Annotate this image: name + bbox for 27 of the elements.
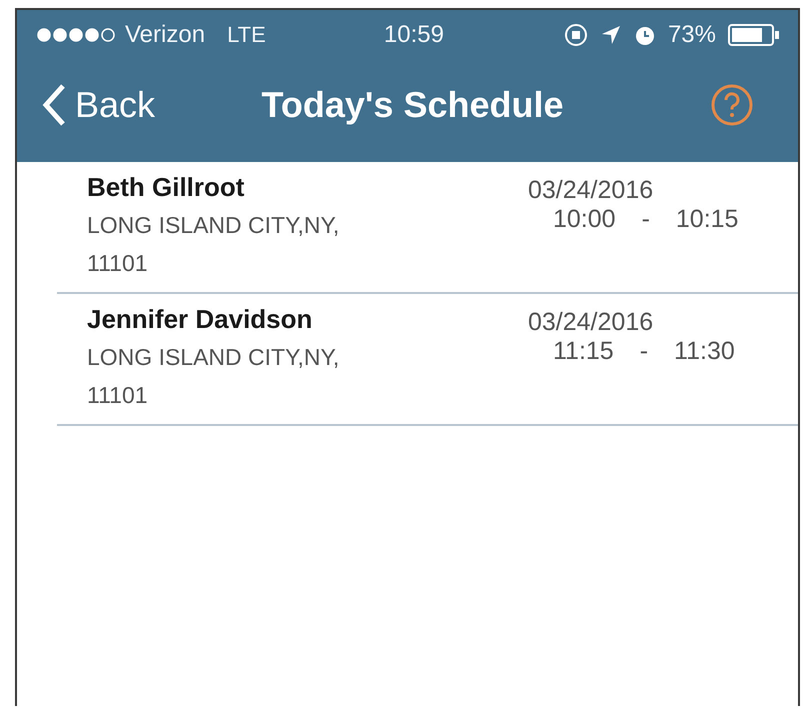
screen-title: Today's Schedule bbox=[260, 84, 565, 126]
location-icon bbox=[600, 24, 622, 46]
end-time: 10:15 bbox=[676, 205, 738, 234]
battery-icon bbox=[728, 24, 780, 46]
clock-time: 10:59 bbox=[384, 21, 444, 49]
carrier-name: Verizon bbox=[125, 21, 206, 49]
appointment-date: 03/24/2016 bbox=[528, 308, 654, 337]
network-type: LTE bbox=[227, 22, 266, 48]
chevron-left-icon bbox=[41, 83, 67, 127]
help-button[interactable] bbox=[710, 83, 754, 127]
rotation-lock-icon bbox=[564, 23, 588, 47]
zip-code: 11101 bbox=[87, 381, 149, 410]
patient-name: Beth Gillroot bbox=[87, 172, 246, 203]
start-time: 11:15 bbox=[553, 337, 614, 366]
patient-name: Jennifer Davidson bbox=[87, 304, 314, 335]
end-time: 11:30 bbox=[674, 337, 735, 366]
alarm-icon bbox=[634, 24, 656, 46]
time-separator: - bbox=[640, 337, 648, 366]
time-separator: - bbox=[642, 205, 650, 234]
start-time: 10:00 bbox=[553, 205, 616, 234]
back-button[interactable]: Back bbox=[41, 83, 156, 127]
signal-icon bbox=[37, 28, 117, 42]
battery-percent: 73% bbox=[668, 21, 716, 49]
patient-address: LONG ISLAND CITY,NY, bbox=[87, 343, 340, 372]
zip-code: 11101 bbox=[87, 249, 149, 278]
appointment-date: 03/24/2016 bbox=[528, 176, 654, 205]
patient-address: LONG ISLAND CITY,NY, bbox=[87, 211, 340, 240]
